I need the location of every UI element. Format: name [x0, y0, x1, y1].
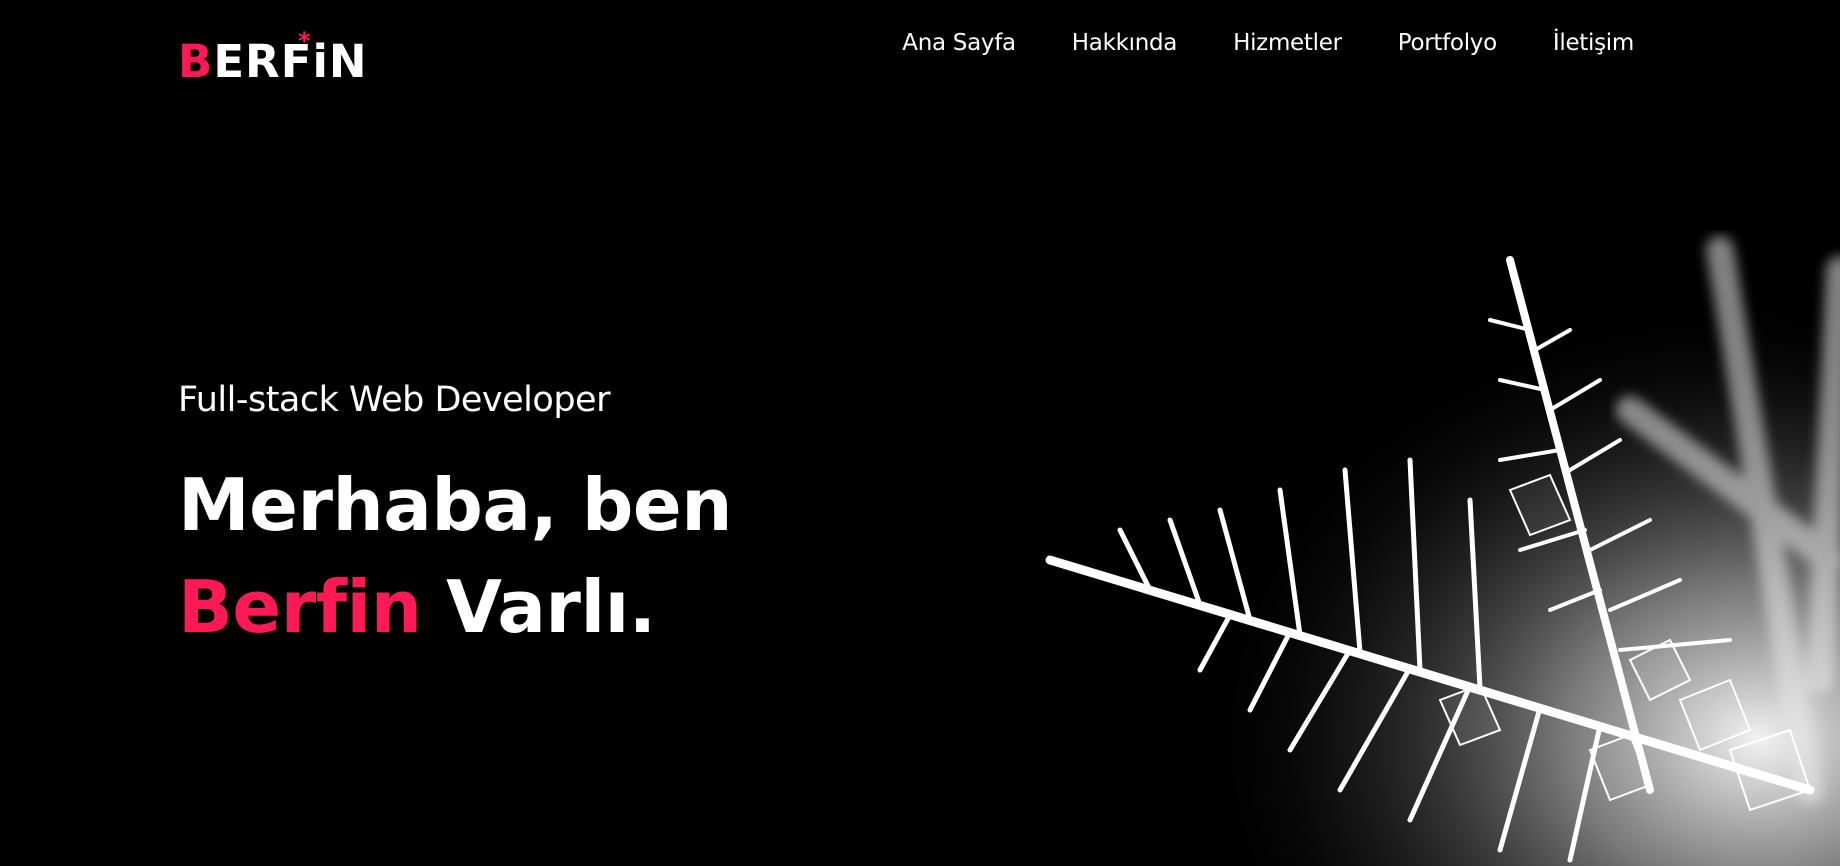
snowflake-image: [1030, 230, 1840, 866]
logo-first-letter: B: [178, 35, 214, 88]
nav-item-hakkinda[interactable]: Hakkında: [1072, 30, 1178, 56]
hero-section: Full-stack Web Developer Merhaba, ben Be…: [178, 380, 733, 658]
hero-subtitle: Full-stack Web Developer: [178, 380, 610, 420]
hero-headline: Merhaba, ben Berfin Varlı.: [178, 454, 733, 658]
nav-item-portfolyo[interactable]: Portfolyo: [1398, 30, 1497, 56]
hero-last-name: Varlı.: [446, 565, 656, 649]
main-nav: Ana Sayfa Hakkında Hizmetler Portfolyo İ…: [902, 30, 1634, 56]
nav-item-iletisim[interactable]: İletişim: [1553, 30, 1634, 56]
logo-text: B ERFiN *: [178, 29, 368, 88]
logo-star-icon: *: [298, 27, 312, 55]
logo-rest-letters: ERFiN: [213, 35, 368, 88]
brand-logo[interactable]: B ERFiN *: [178, 14, 368, 84]
nav-item-ana-sayfa[interactable]: Ana Sayfa: [902, 30, 1016, 56]
nav-item-hizmetler[interactable]: Hizmetler: [1233, 30, 1342, 56]
site-header: B ERFiN * Ana Sayfa Hakkında Hizmetler Po…: [0, 0, 1840, 100]
hero-greeting: Merhaba, ben: [178, 463, 733, 547]
hero-first-name: Berfin: [178, 565, 422, 649]
